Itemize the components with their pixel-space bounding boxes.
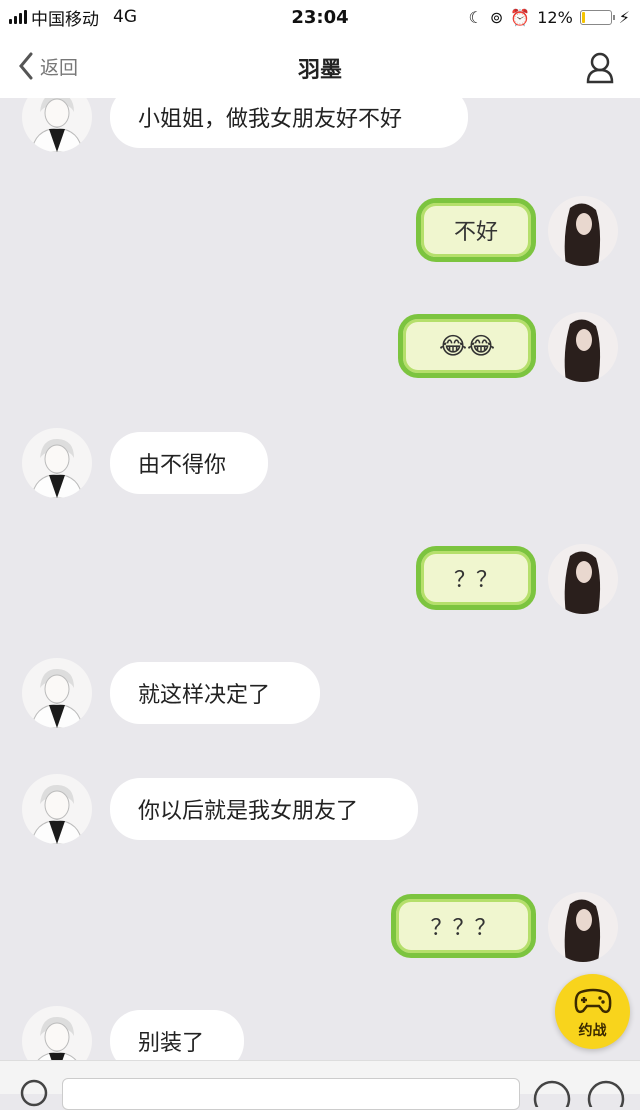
incoming-message: 别装了 xyxy=(0,1006,640,1060)
battle-button[interactable]: 约战 xyxy=(555,974,630,1049)
user-avatar[interactable] xyxy=(548,892,618,962)
message-input[interactable] xyxy=(62,1078,520,1110)
alarm-icon: ⏰ xyxy=(510,7,531,27)
user-profile-icon xyxy=(586,52,614,84)
outgoing-message: 😂😂 xyxy=(0,312,640,384)
gamepad-icon xyxy=(574,988,611,1014)
user-avatar[interactable] xyxy=(548,544,618,614)
contact-avatar[interactable] xyxy=(22,658,92,728)
voice-icon[interactable] xyxy=(20,1079,48,1107)
input-bar xyxy=(0,1060,640,1110)
outgoing-message: ？？ xyxy=(0,544,640,616)
message-bubble[interactable]: 别装了 xyxy=(110,1010,244,1060)
incoming-message: 由不得你 xyxy=(0,428,640,500)
message-bubble[interactable]: 不好 xyxy=(416,198,536,262)
emoji-icon[interactable] xyxy=(532,1079,572,1107)
message-bubble[interactable]: 就这样决定了 xyxy=(110,662,320,724)
outgoing-message: ？？？ xyxy=(0,892,640,964)
contact-avatar[interactable] xyxy=(22,774,92,844)
incoming-message: 小姐姐，做我女朋友好不好 xyxy=(0,98,640,154)
incoming-message: 就这样决定了 xyxy=(0,658,640,730)
profile-button[interactable] xyxy=(582,50,618,90)
user-avatar[interactable] xyxy=(548,196,618,266)
plus-icon[interactable] xyxy=(586,1079,626,1107)
message-bubble[interactable]: 由不得你 xyxy=(110,432,268,494)
battle-label: 约战 xyxy=(578,1023,607,1039)
message-bubble[interactable]: ？？ xyxy=(416,546,536,610)
battery-percent: 12% xyxy=(537,7,573,27)
message-bubble[interactable]: ？？？ xyxy=(391,894,536,958)
incoming-message: 你以后就是我女朋友了 xyxy=(0,774,640,846)
battery-icon xyxy=(579,9,615,25)
rotation-lock-icon: ⊚ xyxy=(489,7,504,27)
message-bubble[interactable]: 小姐姐，做我女朋友好不好 xyxy=(110,98,468,148)
message-bubble[interactable]: 😂😂 xyxy=(398,314,536,378)
moon-icon: ☾ xyxy=(468,7,483,27)
charging-icon: ⚡ xyxy=(618,7,630,27)
user-avatar[interactable] xyxy=(548,312,618,382)
status-bar: 中国移动 4G 23:04 ☾ ⊚ ⏰ 12% ⚡ xyxy=(0,0,640,34)
contact-avatar[interactable] xyxy=(22,98,92,152)
page-title: 羽墨 xyxy=(297,58,342,83)
outgoing-message: 不好 xyxy=(0,196,640,268)
contact-avatar[interactable] xyxy=(22,1006,92,1060)
nav-bar: 返回 羽墨 xyxy=(0,34,640,98)
contact-avatar[interactable] xyxy=(22,428,92,498)
status-right: ☾ ⊚ ⏰ 12% ⚡ xyxy=(469,8,630,27)
chat-area[interactable]: 小姐姐，做我女朋友好不好不好 😂😂 由不得你 ？？ 就这样决定了你以后就是我女朋友了 ？？… xyxy=(0,98,640,1060)
message-bubble[interactable]: 你以后就是我女朋友了 xyxy=(110,778,418,840)
